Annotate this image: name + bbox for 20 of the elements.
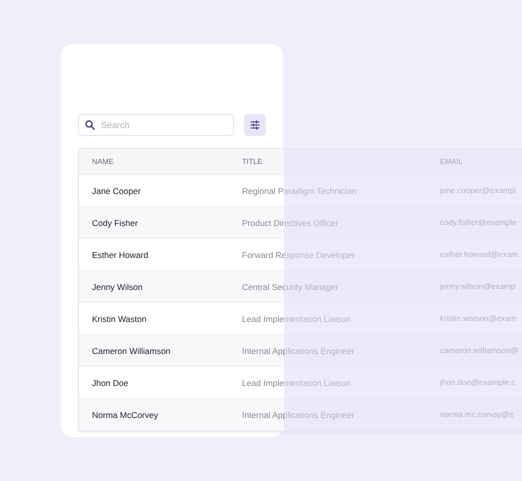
filter-button[interactable] <box>244 114 266 136</box>
search-field[interactable]: Search <box>78 114 234 136</box>
table-cell-text: Jane Cooper <box>92 186 142 196</box>
table-cell-text: Forward Response Developer <box>242 250 356 260</box>
table-cell-text: Norma McCorvey <box>92 410 160 420</box>
table-cell-text: Cameron Williamson <box>92 346 172 356</box>
table-cell-text: esther.howard@exam <box>440 250 519 259</box>
table-cell-text: Jhon Doe <box>92 378 130 388</box>
table-cell-text: Regional Paradigm Technician <box>242 186 358 196</box>
table-cell-text: jane.cooper@exampl <box>440 186 517 195</box>
table-cell-text: Lead Implementation Liaison <box>242 378 352 388</box>
table-cell-text: Esther Howard <box>92 250 150 260</box>
table-cell-text: Cody Fisher <box>92 218 139 228</box>
table-cell-text: jhon.doe@example.c <box>440 378 516 387</box>
table-cell-text: kristin.watson@exam <box>440 314 518 323</box>
sliders-icon <box>250 120 260 130</box>
search-icon <box>85 120 95 130</box>
table-cell-text: Kristin Waston <box>92 314 148 324</box>
table-cell-text: Jenny Wilson <box>92 282 144 292</box>
table-cell-text: Lead Implementation Liaison <box>242 314 352 324</box>
